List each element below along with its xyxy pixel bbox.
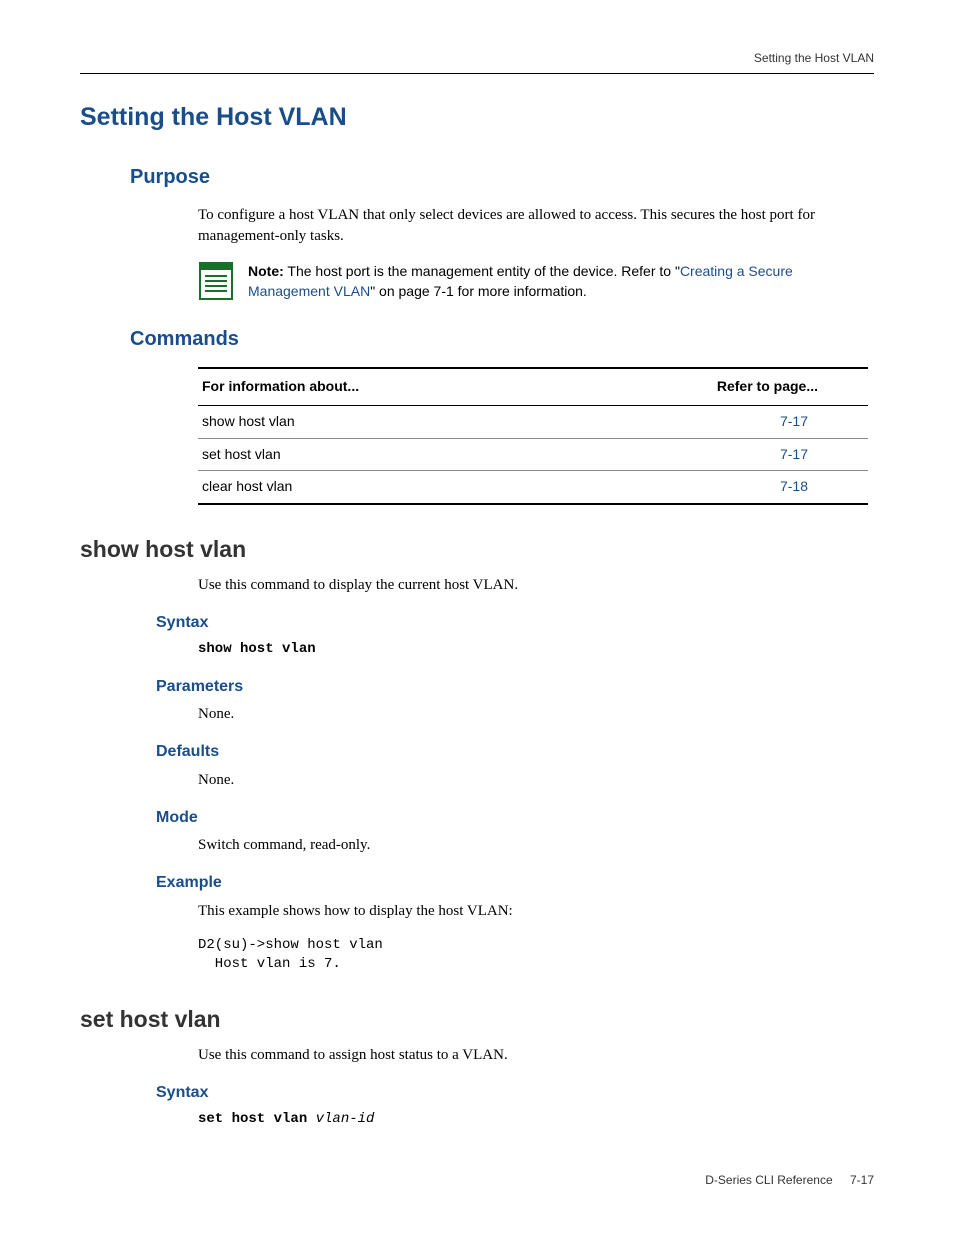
show-host-vlan-intro: Use this command to display the current …	[80, 575, 874, 596]
defaults-heading: Defaults	[80, 741, 874, 763]
page-footer: D-Series CLI Reference 7-17	[705, 1172, 874, 1189]
cmd-name: set host vlan	[198, 438, 543, 471]
cmd-page-link[interactable]: 7-17	[543, 438, 868, 471]
cmd-name: show host vlan	[198, 405, 543, 438]
cmd-page-link[interactable]: 7-18	[543, 471, 868, 504]
note-icon	[198, 261, 234, 301]
mode-heading: Mode	[80, 807, 874, 829]
commands-col2: Refer to page...	[543, 368, 868, 405]
syntax-code-2: set host vlan vlan-id	[80, 1110, 874, 1130]
syntax-heading: Syntax	[80, 612, 874, 634]
commands-heading: Commands	[80, 325, 874, 353]
note-text: Note: The host port is the management en…	[248, 261, 868, 302]
parameters-text: None.	[80, 704, 874, 725]
note-prefix: Note:	[248, 263, 284, 279]
note-body-after: " on page 7-1 for more information.	[370, 283, 587, 299]
purpose-heading: Purpose	[80, 163, 874, 191]
commands-col1: For information about...	[198, 368, 543, 405]
page-title: Setting the Host VLAN	[80, 100, 874, 135]
footer-doc: D-Series CLI Reference	[705, 1173, 832, 1187]
table-row: show host vlan 7-17	[198, 405, 868, 438]
defaults-text: None.	[80, 770, 874, 791]
parameters-heading: Parameters	[80, 676, 874, 698]
example-heading: Example	[80, 872, 874, 894]
purpose-text: To configure a host VLAN that only selec…	[80, 205, 874, 247]
table-row: set host vlan 7-17	[198, 438, 868, 471]
mode-text: Switch command, read-only.	[80, 835, 874, 856]
note-block: Note: The host port is the management en…	[80, 261, 874, 302]
example-code: D2(su)->show host vlan Host vlan is 7.	[80, 936, 874, 975]
cmd-page-link[interactable]: 7-17	[543, 405, 868, 438]
example-intro: This example shows how to display the ho…	[80, 901, 874, 922]
running-header: Setting the Host VLAN	[80, 50, 874, 74]
table-row: clear host vlan 7-18	[198, 471, 868, 504]
set-host-vlan-intro: Use this command to assign host status t…	[80, 1045, 874, 1066]
set-host-vlan-heading: set host vlan	[80, 1003, 874, 1035]
commands-table: For information about... Refer to page..…	[80, 367, 874, 504]
note-body-before: The host port is the management entity o…	[284, 263, 680, 279]
cmd-name: clear host vlan	[198, 471, 543, 504]
footer-page: 7-17	[850, 1173, 874, 1187]
show-host-vlan-heading: show host vlan	[80, 533, 874, 565]
syntax-code: show host vlan	[80, 640, 874, 660]
syntax-heading-2: Syntax	[80, 1082, 874, 1104]
